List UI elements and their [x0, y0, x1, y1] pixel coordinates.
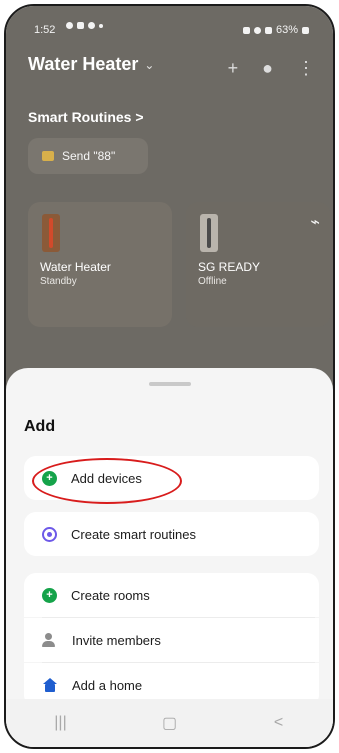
device-card-sg-ready[interactable]: ⌁ SG READY Offline	[186, 202, 330, 327]
chevron-right-icon: >	[135, 109, 144, 125]
invite-members-label: Invite members	[72, 632, 161, 648]
home-icon	[42, 678, 58, 692]
plus-icon[interactable]: +	[228, 58, 239, 79]
invite-members-item[interactable]: Invite members	[24, 618, 319, 662]
add-circle-icon: +	[42, 587, 57, 603]
person-add-icon	[42, 633, 58, 647]
smart-routines-title: Smart Routines	[28, 109, 132, 125]
add-bottom-sheet: Add + Add devices Create smart routines …	[6, 368, 333, 747]
header-actions: + ● ⋮	[228, 58, 315, 79]
alarm-icon	[242, 26, 250, 34]
battery-icon	[302, 26, 309, 34]
signal-icon	[264, 26, 272, 34]
highlight-annotation	[32, 458, 182, 504]
device-name: Water Heater	[40, 260, 111, 274]
create-smart-routines-label: Create smart routines	[71, 526, 196, 542]
battery-text: 63%	[275, 24, 298, 36]
status-time: 1:52	[34, 24, 56, 36]
sheet-handle[interactable]	[148, 382, 191, 386]
wifi-icon	[253, 26, 261, 34]
folder-icon	[42, 151, 54, 161]
routine-chip[interactable]: Send "88"	[28, 138, 148, 174]
bell-icon[interactable]: ●	[262, 58, 273, 79]
status-right-icons: 63%	[242, 24, 309, 36]
android-nav-bar: ||| ▢ <	[6, 699, 333, 747]
create-rooms-label: Create rooms	[71, 587, 150, 603]
home-title[interactable]: Water Heater ⌄	[28, 54, 154, 75]
create-smart-routines-item[interactable]: Create smart routines	[24, 512, 319, 556]
routine-chip-label: Send "88"	[62, 149, 116, 163]
more-vertical-icon[interactable]: ⋮	[297, 58, 315, 79]
device-card-water-heater[interactable]: Water Heater Standby	[28, 202, 172, 327]
app-icon-3	[88, 22, 95, 29]
phone-frame: 1:52 63% Water Heater ⌄ + ● ⋮ Smart Rout…	[4, 4, 335, 749]
home-button[interactable]: ▢	[150, 713, 190, 733]
recent-apps-button[interactable]: |||	[41, 714, 81, 732]
sg-ready-icon	[200, 214, 218, 252]
app-icon-1	[66, 22, 73, 29]
device-status: Offline	[198, 276, 227, 287]
sheet-title: Add	[24, 418, 56, 435]
status-bar: 1:52 63%	[6, 6, 333, 46]
chevron-down-icon: ⌄	[144, 57, 155, 72]
device-status: Standby	[40, 276, 77, 287]
app-icon-4	[99, 23, 103, 28]
routine-icon	[42, 526, 57, 542]
back-button[interactable]: <	[259, 714, 299, 732]
smart-routines-header[interactable]: Smart Routines >	[28, 109, 144, 125]
status-left-icons	[66, 22, 103, 29]
link-off-icon: ⌁	[310, 214, 320, 231]
device-name: SG READY	[198, 260, 261, 274]
add-a-home-label: Add a home	[72, 677, 143, 693]
app-icon-2	[77, 22, 84, 29]
home-title-text: Water Heater	[28, 54, 139, 74]
water-heater-icon	[42, 214, 60, 252]
create-rooms-item[interactable]: + Create rooms	[24, 573, 319, 617]
